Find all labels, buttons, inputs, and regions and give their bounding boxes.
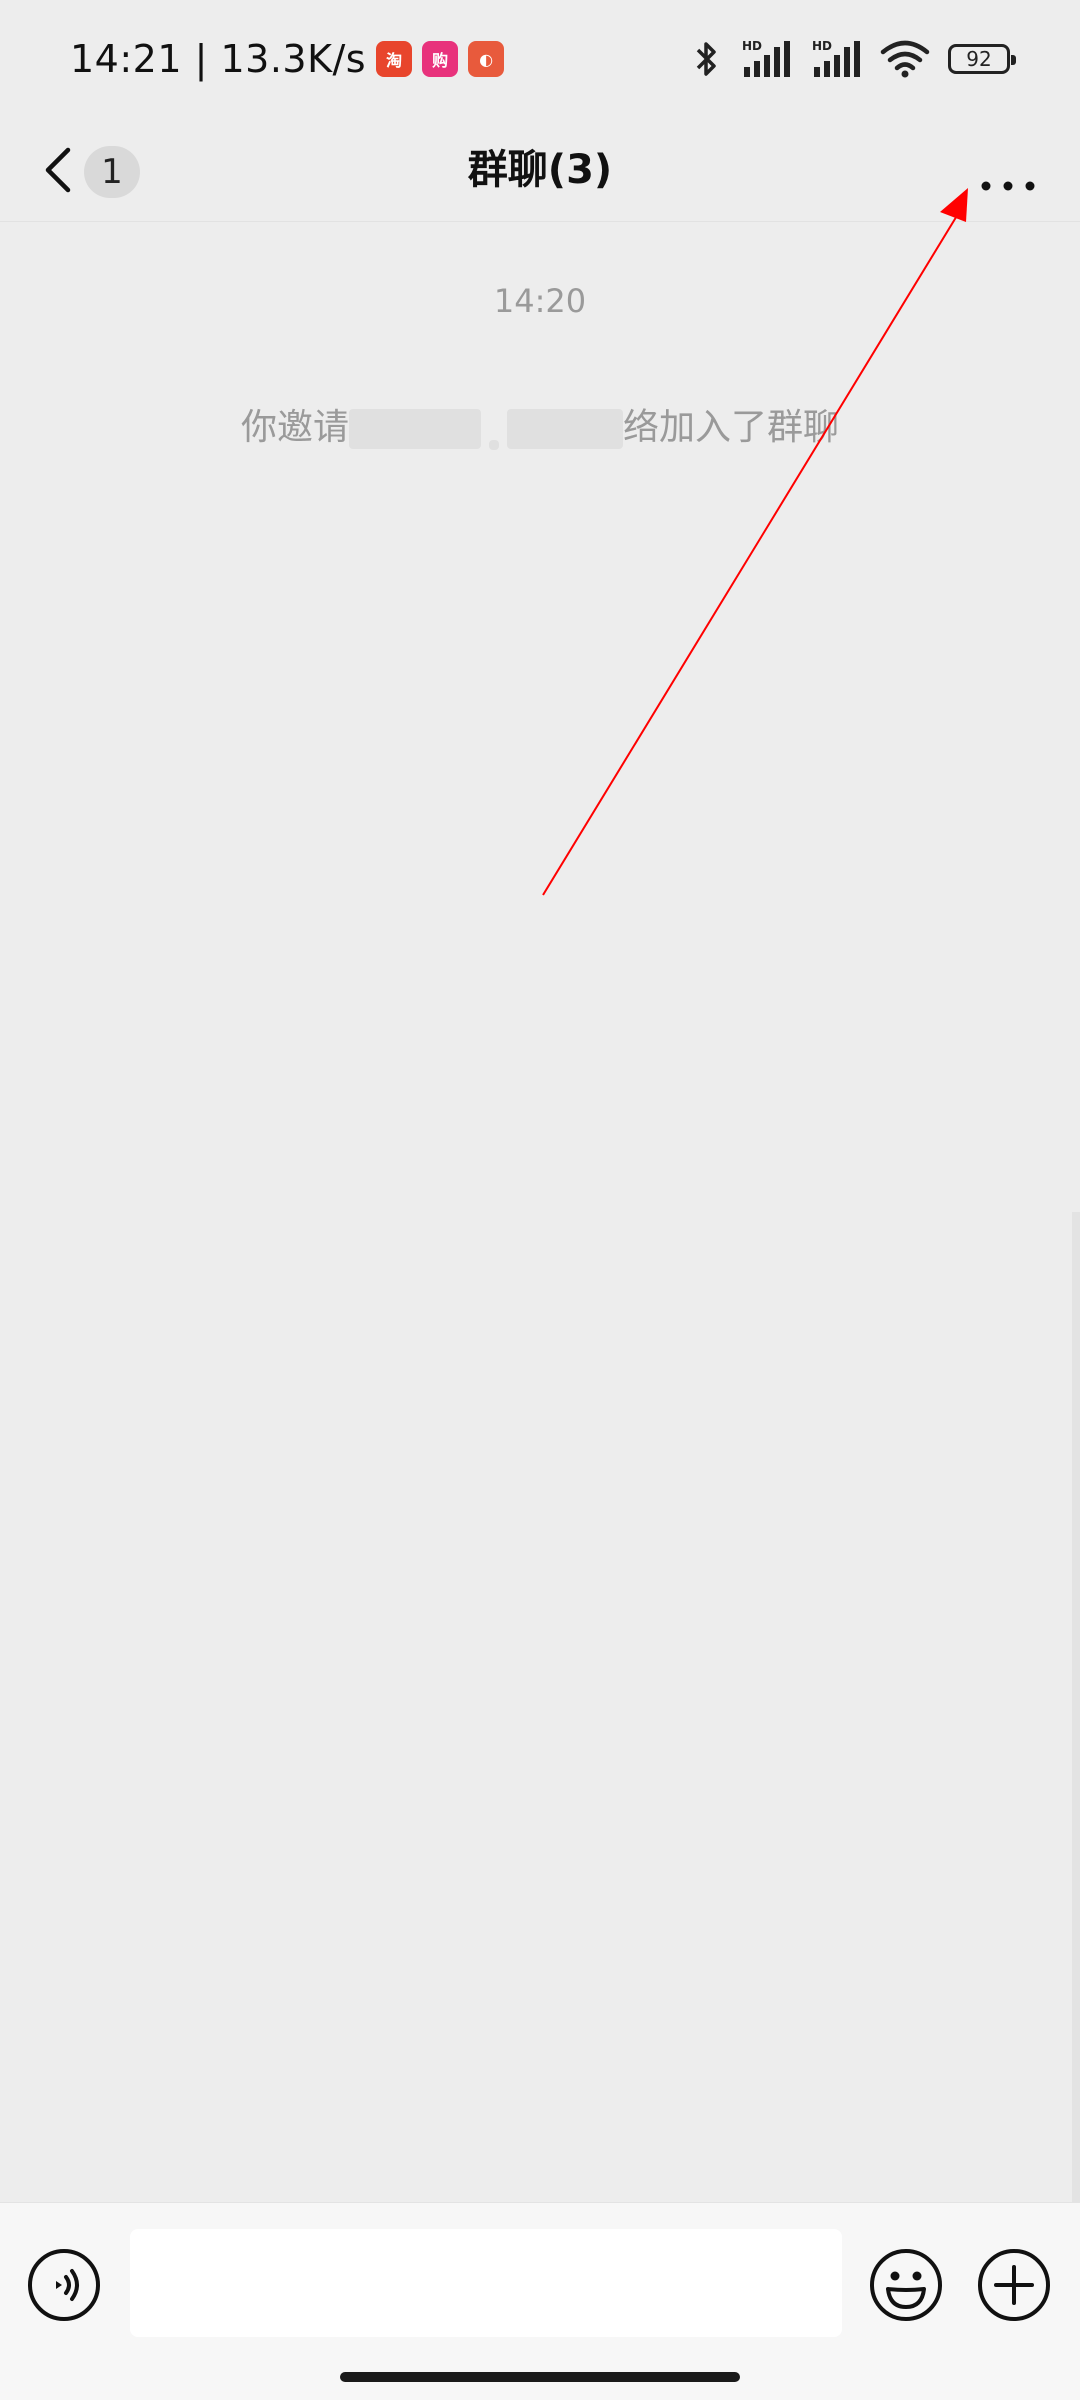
blurred-separator [489,440,499,450]
signal-label-sim1: HD [742,39,762,53]
system-message-suffix: 络加入了群聊 [623,407,840,448]
signal-icon-sim1: HD [742,39,790,77]
signal-icon-sim2: HD [812,39,860,77]
status-right: HD HD 92 [692,39,1016,79]
battery-indicator: 92 [948,44,1016,74]
orange-app-icon: ◐ [468,41,505,77]
chat-message-list[interactable]: 14:20 你邀请 络加入了群聊 [0,222,1080,2202]
chat-nav-bar: 1 群聊(3) [0,118,1080,222]
home-indicator[interactable] [340,2372,740,2382]
wifi-icon [880,40,930,78]
signal-label-sim2: HD [812,39,832,53]
more-options-icon[interactable] [976,148,1040,192]
scrollbar[interactable] [1072,1212,1080,2202]
status-bar: 14:21 | 13.3K/s 淘 购 ◐ HD HD 92 [0,0,1080,118]
status-time-speed: 14:21 | 13.3K/s [70,37,367,81]
voice-input-icon[interactable] [26,2247,102,2323]
battery-level: 92 [966,47,992,71]
shopping-app-icon: 购 [422,41,459,77]
page-title: 群聊(3) [467,147,613,193]
emoji-icon[interactable] [868,2247,944,2323]
status-left: 14:21 | 13.3K/s 淘 购 ◐ [70,37,505,81]
message-input[interactable] [130,2229,842,2337]
bluetooth-icon [696,42,716,76]
blurred-name-2 [507,409,623,449]
add-attachment-icon[interactable] [976,2247,1052,2323]
system-message-prefix: 你邀请 [240,407,349,448]
message-timestamp: 14:20 [493,282,587,320]
taobao-app-icon: 淘 [376,41,413,77]
chat-input-bar [0,2202,1080,2400]
system-invite-message: 你邀请 络加入了群聊 [0,398,1080,450]
blurred-name-1 [349,409,481,449]
